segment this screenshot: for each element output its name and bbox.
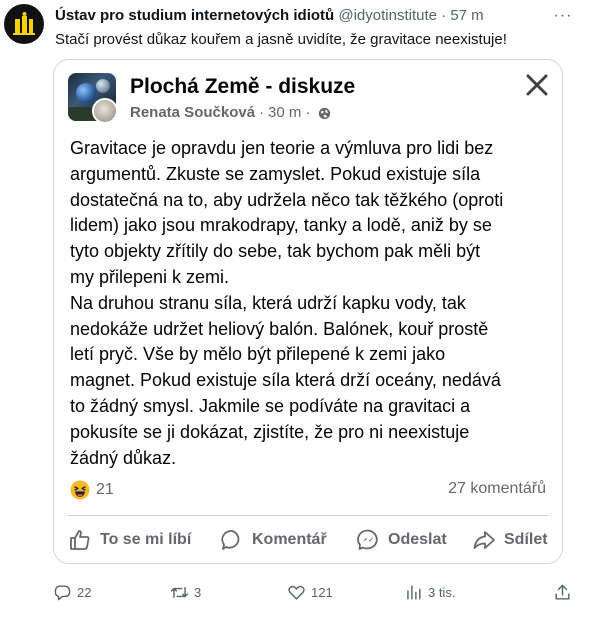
author-name[interactable]: Ústav pro studium internetových idiotů (55, 7, 334, 24)
views-count: 3 tis. (428, 584, 456, 600)
post-body-line: to žádný smysl. Jakmile se podíváte na g… (70, 395, 471, 416)
post-body-line: magnet. Pokud existuje síla která drží o… (70, 370, 501, 391)
post-body-line: nedokáže udržet heliový balón. Balónek, … (70, 318, 489, 339)
post-body-line: pokusíte se ji dokázat, zjistíte, že pro… (70, 421, 470, 442)
tweet-header: Ústav pro studium internetových idiotů @… (55, 7, 484, 25)
send-label: Odeslat (388, 531, 447, 548)
group-avatar-planet (76, 83, 96, 103)
group-avatar-moon (96, 79, 110, 93)
author-avatar[interactable] (4, 4, 44, 44)
header-separator: · (441, 7, 447, 24)
post-body: Gravitace je opravdu jen teorie a výmluv… (70, 136, 556, 471)
meta-separator: · (259, 104, 265, 121)
post-body-line: my přilepeni k zemi. (70, 266, 230, 287)
share-button[interactable]: Sdílet (472, 525, 548, 555)
upload-share-icon (555, 584, 570, 600)
poster-avatar[interactable] (92, 98, 118, 124)
post-body-line: letí pryč. Vše by mělo být přilepené k z… (70, 344, 446, 365)
post-body-line: Na druhou stranu síla, která udrží kapku… (70, 292, 466, 313)
post-time[interactable]: 30 m (268, 103, 301, 123)
comment-button[interactable]: Komentář (220, 525, 327, 555)
share-arrow-icon (473, 531, 495, 549)
send-button[interactable]: Odeslat (356, 525, 447, 555)
poster-name[interactable]: Renata Součková (130, 103, 255, 123)
reaction-count: 21 (96, 481, 114, 498)
messenger-icon (357, 529, 378, 550)
views-chart-icon (407, 584, 421, 600)
tweet-like-button[interactable]: 121 (287, 580, 333, 604)
author-handle[interactable]: @idyotinstitute (338, 7, 437, 24)
tweet-time[interactable]: 57 m (450, 7, 483, 24)
retweet-button[interactable]: 3 (170, 580, 201, 604)
views-button[interactable]: 3 tis. (404, 580, 455, 604)
reply-icon (54, 584, 71, 600)
like-label: To se mi líbí (100, 531, 192, 548)
meta-separator-2: · (305, 104, 311, 121)
action-divider (68, 515, 548, 516)
haha-emoji-icon (70, 480, 90, 500)
comment-bubble-icon (221, 530, 240, 550)
like-button[interactable]: To se mi líbí (68, 525, 191, 555)
post-meta: Renata Součková · 30 m · (130, 103, 331, 123)
retweet-icon (170, 586, 189, 598)
post-body-line: žádný důkaz. (70, 447, 177, 468)
tweet-text: Stačí provést důkaz kouřem a jasně uvidí… (55, 31, 507, 48)
share-label: Sdílet (504, 531, 548, 548)
group-name[interactable]: Plochá Země - diskuze (130, 74, 355, 100)
reactions-summary[interactable]: 21 (70, 480, 114, 500)
heart-icon (288, 585, 305, 600)
like-count: 121 (311, 584, 333, 600)
tweet: Ústav pro studium internetových idiotů @… (0, 0, 595, 619)
embedded-post-card[interactable]: Plochá Země - diskuze Renata Součková · … (53, 59, 563, 564)
close-icon[interactable] (524, 72, 550, 98)
comments-count[interactable]: 27 komentářů (448, 480, 546, 498)
retweet-count: 3 (194, 584, 202, 600)
post-body-line: dostatečná na to, aby udržela něco tak t… (70, 189, 504, 210)
comment-label: Komentář (252, 531, 327, 548)
post-actions: To se mi líbí Komentář Odeslat Sdílet (54, 525, 562, 555)
post-body-line: tyto objekty zřítily do sebe, tak bychom… (70, 241, 481, 262)
more-options-button[interactable]: ··· (548, 6, 578, 26)
post-body-line: Gravitace je opravdu jen teorie a výmluv… (70, 138, 494, 158)
idiot-institute-logo-icon (13, 12, 35, 35)
reply-count: 22 (77, 584, 92, 600)
globe-icon (319, 107, 331, 119)
post-body-line: argumentů. Zkuste se zamyslet. Pokud exi… (70, 163, 481, 184)
thumbs-up-icon (70, 530, 90, 550)
reply-button[interactable]: 22 (53, 580, 91, 604)
post-body-line: lidem) jako jsou mrakodrapy, tanky a lod… (70, 215, 492, 236)
tweet-actions: 22 3 121 3 tis. (53, 580, 573, 604)
tweet-share-button[interactable] (553, 580, 577, 604)
